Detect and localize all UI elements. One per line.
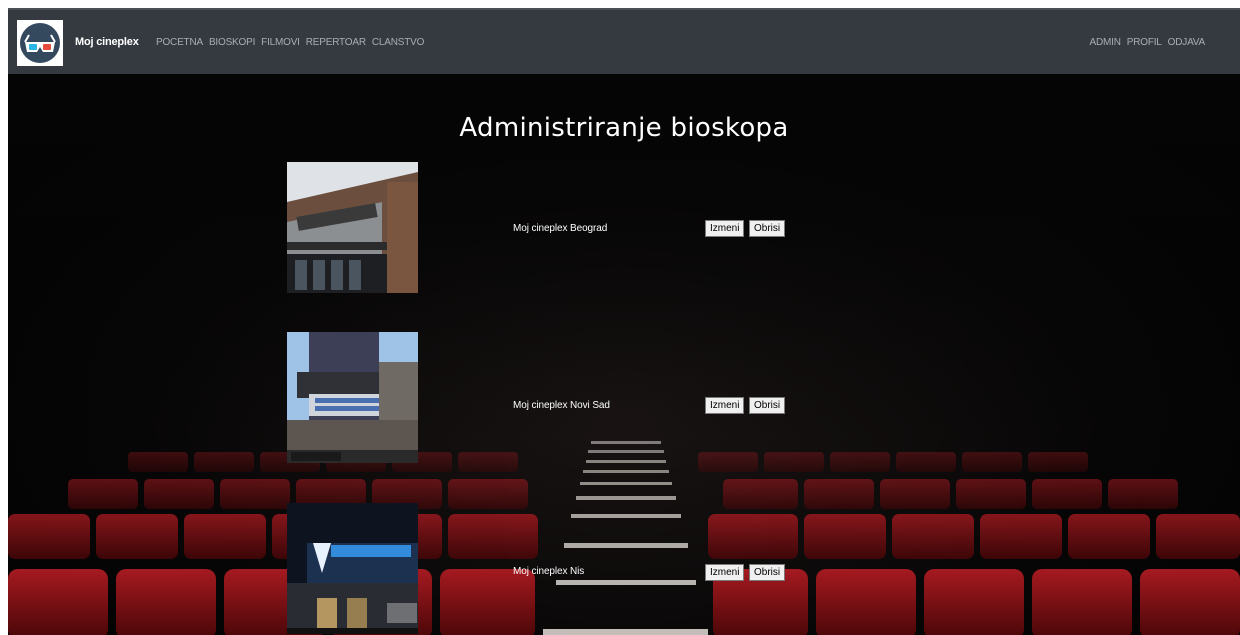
nav-link-admin[interactable]: ADMIN: [1090, 37, 1121, 48]
cinema-name: Moj cineplex Beograd: [513, 223, 608, 234]
cinema-name: Moj cineplex Nis: [513, 566, 585, 577]
cinema-row: Moj cineplex Beograd Izmeni Obrisi: [8, 162, 1240, 294]
delete-button[interactable]: Obrisi: [749, 220, 786, 237]
edit-button[interactable]: Izmeni: [705, 220, 745, 237]
cinema-image: [287, 162, 418, 293]
cinema-row: Moj cineplex Nis Izmeni Obrisi: [8, 503, 1240, 635]
edit-button[interactable]: Izmeni: [705, 564, 745, 581]
cinema-image: [287, 332, 418, 463]
3d-glasses-icon: [20, 23, 60, 63]
delete-button[interactable]: Obrisi: [749, 564, 786, 581]
app-frame: Moj cineplex POCETNA BIOSKOPI FILMOVI RE…: [8, 8, 1240, 635]
cinema-image: [287, 503, 418, 634]
brand-logo[interactable]: [17, 20, 63, 66]
edit-button[interactable]: Izmeni: [705, 397, 745, 414]
user-nav: ADMIN PROFIL ODJAVA: [1090, 37, 1206, 48]
cinema-row: Moj cineplex Novi Sad Izmeni Obrisi: [8, 332, 1240, 464]
nav-link-clanstvo[interactable]: CLANSTVO: [372, 37, 425, 48]
page-title: Administriranje bioskopa: [459, 113, 789, 143]
nav-link-repertoar[interactable]: REPERTOAR: [306, 37, 366, 48]
nav-link-filmovi[interactable]: FILMOVI: [261, 37, 300, 48]
top-navbar: Moj cineplex POCETNA BIOSKOPI FILMOVI RE…: [8, 8, 1240, 74]
nav-link-pocetna[interactable]: POCETNA: [156, 37, 203, 48]
brand-name[interactable]: Moj cineplex: [75, 36, 139, 48]
cinema-name: Moj cineplex Novi Sad: [513, 400, 610, 411]
nav-link-profil[interactable]: PROFIL: [1127, 37, 1162, 48]
nav-link-odjava[interactable]: ODJAVA: [1168, 37, 1206, 48]
main-nav: POCETNA BIOSKOPI FILMOVI REPERTOAR CLANS…: [156, 37, 424, 48]
delete-button[interactable]: Obrisi: [749, 397, 786, 414]
nav-link-bioskopi[interactable]: BIOSKOPI: [209, 37, 255, 48]
